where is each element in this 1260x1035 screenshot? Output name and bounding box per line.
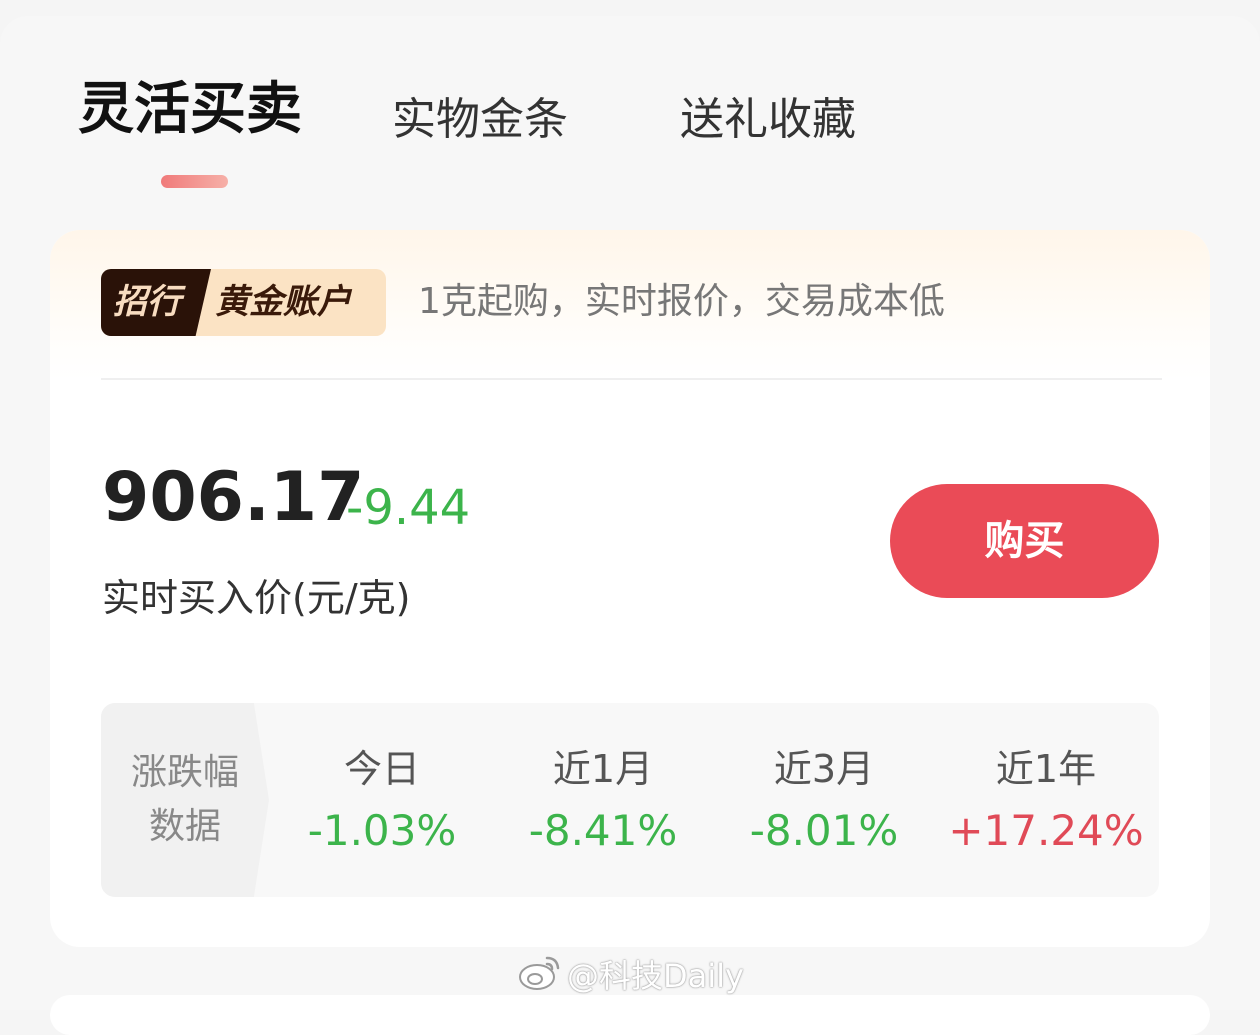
account-slogan: 1克起购，实时报价，交易成本低 bbox=[418, 281, 945, 322]
active-tab-indicator bbox=[161, 175, 228, 188]
stat-value: -8.01% bbox=[749, 806, 899, 855]
tab-bar: 灵活买卖 实物金条 送礼收藏 bbox=[0, 0, 1260, 220]
buy-button[interactable]: 购买 bbox=[890, 484, 1159, 598]
price-label: 实时买入价(元/克) bbox=[102, 576, 411, 620]
gold-account-badge: 招行 黄金账户 bbox=[101, 269, 386, 336]
current-price: 906.17 bbox=[102, 458, 365, 537]
tab-physical-gold-bar[interactable]: 实物金条 bbox=[392, 90, 568, 150]
stat-value: -1.03% bbox=[307, 806, 457, 855]
stat-3-month: 近3月 -8.01% bbox=[724, 703, 924, 897]
badge-bank-name: 招行 bbox=[113, 282, 181, 322]
stat-label: 近1月 bbox=[552, 747, 654, 791]
stat-today: 今日 -1.03% bbox=[282, 703, 482, 897]
watermark: @科技Daily bbox=[517, 952, 744, 998]
stat-1-year: 近1年 +17.24% bbox=[946, 703, 1146, 897]
stats-header-line-2: 数据 bbox=[148, 806, 221, 847]
stat-1-month: 近1月 -8.41% bbox=[503, 703, 703, 897]
stat-value: +17.24% bbox=[948, 806, 1144, 855]
stats-header: 涨跌幅 数据 bbox=[101, 703, 269, 897]
watermark-text: @科技Daily bbox=[567, 957, 744, 995]
tab-gift-collection[interactable]: 送礼收藏 bbox=[680, 90, 856, 150]
stat-value: -8.41% bbox=[528, 806, 678, 855]
divider bbox=[101, 378, 1162, 380]
stat-label: 近1年 bbox=[995, 747, 1097, 791]
price-change: -9.44 bbox=[346, 480, 471, 536]
tab-flexible-trading[interactable]: 灵活买卖 bbox=[78, 80, 302, 140]
stats-header-line-1: 涨跌幅 bbox=[130, 752, 239, 793]
badge-account-type: 黄金账户 bbox=[215, 282, 351, 322]
price-change-stats: 涨跌幅 数据 今日 -1.03% 近1月 -8.41% 近3月 -8.01% 近… bbox=[101, 703, 1159, 897]
gold-account-card: 招行 黄金账户 1克起购，实时报价，交易成本低 906.17 -9.44 实时买… bbox=[50, 230, 1210, 947]
next-card-edge bbox=[50, 995, 1210, 1035]
stat-label: 近3月 bbox=[773, 747, 875, 791]
weibo-icon bbox=[517, 952, 563, 1004]
stat-label: 今日 bbox=[343, 747, 420, 791]
